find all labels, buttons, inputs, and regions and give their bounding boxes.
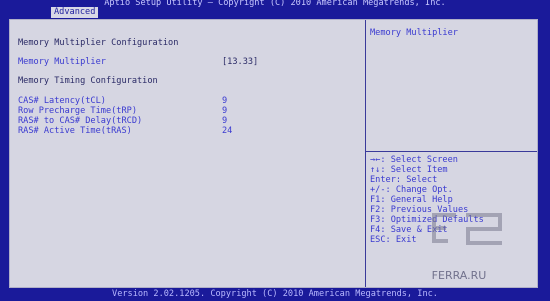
ferra-logo-icon: FERRA.RU (432, 213, 502, 282)
help-title: Memory Multiplier (370, 28, 458, 38)
memory-multiplier-label[interactable]: Memory Multiplier (18, 57, 106, 67)
ras-to-cas-value: 9 (222, 116, 228, 126)
row-precharge-value: 9 (222, 106, 228, 116)
section-title-memory-timing: Memory Timing Configuration (18, 76, 158, 86)
ras-active-label: RAS# Active Time(tRAS) (18, 126, 132, 136)
key-hint-select-screen: →←: Select Screen (370, 155, 458, 165)
ras-to-cas-label: RAS# to CAS# Delay(tRCD) (18, 116, 143, 126)
watermark-text: FERRA.RU (432, 269, 487, 282)
key-hint-f1: F1: General Help (370, 195, 453, 205)
footer: Version 2.02.1205. Copyright (C) 2010 Am… (0, 288, 550, 301)
row-precharge-label: Row Precharge Time(tRP) (18, 106, 137, 116)
cas-latency-value: 9 (222, 96, 228, 106)
ferra-watermark: FERRA.RU (404, 211, 514, 285)
cas-latency-label: CAS# Latency(tCL) (18, 96, 106, 106)
memory-multiplier-value[interactable]: [13.33] (222, 57, 258, 67)
help-divider (366, 151, 537, 152)
tab-bar: Advanced (0, 7, 550, 19)
section-title-memory-multiplier: Memory Multiplier Configuration (18, 38, 179, 48)
tab-advanced[interactable]: Advanced (51, 7, 99, 18)
key-hint-enter: Enter: Select (370, 175, 438, 185)
main-panel: Memory Multiplier Configuration Memory M… (10, 20, 365, 287)
version-text: Version 2.02.1205. Copyright (C) 2010 Am… (112, 289, 438, 299)
key-hint-select-item: ↑↓: Select Item (370, 165, 448, 175)
key-hint-change-opt: +/-: Change Opt. (370, 185, 453, 195)
ras-active-value: 24 (222, 126, 233, 136)
